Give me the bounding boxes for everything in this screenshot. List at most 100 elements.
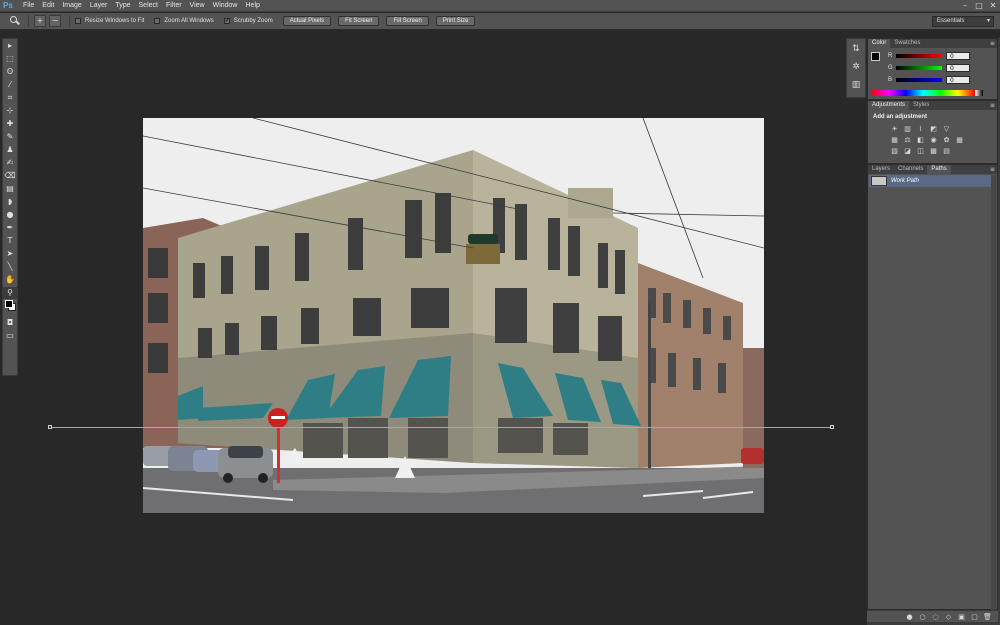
gradient-tool-icon[interactable]: ▤ bbox=[3, 183, 17, 195]
menu-view[interactable]: View bbox=[190, 2, 205, 9]
menu-file[interactable]: File bbox=[23, 2, 34, 9]
stroke-path-icon[interactable]: ○ bbox=[916, 613, 929, 621]
blur-tool-icon[interactable]: ◗ bbox=[3, 196, 17, 208]
pen-tool-icon[interactable]: ✒ bbox=[3, 222, 17, 234]
actual-pixels-button[interactable]: Actual Pixels bbox=[282, 16, 332, 26]
trash-icon[interactable]: 🗑 bbox=[981, 613, 994, 621]
fill-screen-button[interactable]: Fill Screen bbox=[386, 16, 429, 26]
healing-brush-tool-icon[interactable]: ✚ bbox=[3, 118, 17, 130]
red-value-field[interactable]: 0 bbox=[946, 52, 970, 60]
hue-saturation-icon[interactable]: ▦ bbox=[889, 135, 900, 145]
tab-color[interactable]: Color bbox=[868, 39, 891, 48]
menu-help[interactable]: Help bbox=[246, 2, 260, 9]
foreground-color-swatch[interactable] bbox=[871, 52, 880, 61]
add-mask-icon[interactable]: ▣ bbox=[955, 613, 968, 621]
tab-paths[interactable]: Paths bbox=[927, 165, 951, 174]
lasso-tool-icon[interactable]: ʘ bbox=[3, 66, 17, 78]
menu-layer[interactable]: Layer bbox=[90, 2, 108, 9]
blue-value-field[interactable]: 0 bbox=[946, 76, 970, 84]
brush-tool-icon[interactable]: ✎ bbox=[3, 131, 17, 143]
vibrance-icon[interactable]: ▽ bbox=[941, 124, 952, 134]
menu-select[interactable]: Select bbox=[139, 2, 158, 9]
invert-icon[interactable]: ▨ bbox=[889, 146, 900, 156]
curves-icon[interactable]: ⌇ bbox=[915, 124, 926, 134]
selective-color-icon[interactable]: ▩ bbox=[928, 146, 939, 156]
tab-layers[interactable]: Layers bbox=[868, 165, 894, 174]
screen-mode-icon[interactable]: ▭ bbox=[3, 330, 17, 342]
menu-type[interactable]: Type bbox=[115, 2, 130, 9]
color-swatches[interactable] bbox=[3, 300, 17, 316]
black-white-icon[interactable]: ◧ bbox=[915, 135, 926, 145]
hand-tool-icon[interactable]: ✋ bbox=[3, 274, 17, 286]
eyedropper-tool-icon[interactable]: ⊹ bbox=[3, 105, 17, 117]
make-work-path-icon[interactable]: ◇ bbox=[942, 613, 955, 621]
menu-image[interactable]: Image bbox=[62, 2, 81, 9]
print-size-button[interactable]: Print Size bbox=[435, 16, 476, 26]
gradient-map-icon[interactable]: ▤ bbox=[941, 146, 952, 156]
zoom-in-button[interactable]: + bbox=[34, 15, 46, 27]
document-image[interactable] bbox=[143, 118, 764, 513]
load-as-selection-icon[interactable]: ◌ bbox=[929, 613, 942, 621]
marquee-tool-icon[interactable]: ⬚ bbox=[3, 53, 17, 65]
histogram-icon[interactable]: ▥ bbox=[847, 77, 865, 93]
path-selection-tool-icon[interactable]: ➤ bbox=[3, 248, 17, 260]
menu-edit[interactable]: Edit bbox=[42, 2, 54, 9]
path-thumbnail bbox=[871, 176, 887, 186]
path-item-work-path[interactable]: Work Path bbox=[869, 175, 992, 187]
new-path-icon[interactable]: ▢ bbox=[968, 613, 981, 621]
quick-selection-tool-icon[interactable]: ⁄ bbox=[3, 79, 17, 91]
zoom-all-windows-checkbox[interactable]: Zoom All Windows bbox=[154, 18, 214, 24]
zoom-out-button[interactable]: − bbox=[49, 15, 61, 27]
red-slider[interactable] bbox=[896, 54, 942, 58]
eraser-tool-icon[interactable]: ⌫ bbox=[3, 170, 17, 182]
tab-adjustments[interactable]: Adjustments bbox=[868, 101, 910, 110]
levels-icon[interactable]: ▥ bbox=[902, 124, 913, 134]
color-lookup-icon[interactable]: ▦ bbox=[954, 135, 965, 145]
move-tool-icon[interactable]: ▸ bbox=[3, 40, 17, 52]
minimize-button[interactable]: – bbox=[958, 0, 972, 12]
exposure-icon[interactable]: ◩ bbox=[928, 124, 939, 134]
threshold-icon[interactable]: ◫ bbox=[915, 146, 926, 156]
zoom-tool-icon[interactable]: ⚲ bbox=[3, 287, 17, 299]
foreground-color-swatch[interactable] bbox=[5, 300, 13, 308]
panel-menu-icon[interactable]: ≡ bbox=[990, 165, 995, 174]
maximize-button[interactable]: □ bbox=[972, 0, 986, 12]
close-button[interactable]: ✕ bbox=[986, 0, 1000, 12]
panel-menu-icon[interactable]: ≡ bbox=[990, 39, 995, 48]
blue-slider[interactable] bbox=[896, 78, 942, 82]
green-value-field[interactable]: 0 bbox=[946, 64, 970, 72]
color-balance-icon[interactable]: ⚖ bbox=[902, 135, 913, 145]
scrubby-zoom-checkbox[interactable]: ✓ Scrubby Zoom bbox=[223, 18, 273, 24]
tab-swatches[interactable]: Swatches bbox=[890, 39, 924, 48]
work-path-line[interactable] bbox=[50, 427, 832, 428]
green-slider[interactable] bbox=[896, 66, 942, 70]
channel-mixer-icon[interactable]: ✿ bbox=[941, 135, 952, 145]
line-tool-icon[interactable]: ╲ bbox=[3, 261, 17, 273]
posterize-icon[interactable]: ◪ bbox=[902, 146, 913, 156]
fit-screen-button[interactable]: Fit Screen bbox=[338, 16, 380, 26]
quick-mask-icon[interactable]: ◘ bbox=[3, 317, 17, 329]
zoom-tool-preset-icon[interactable] bbox=[9, 15, 23, 27]
color-spectrum-bar[interactable] bbox=[871, 90, 975, 96]
resize-windows-checkbox[interactable]: Resize Windows to Fit bbox=[75, 18, 144, 24]
dodge-tool-icon[interactable]: ● bbox=[3, 209, 17, 221]
brightness-contrast-icon[interactable]: ☀ bbox=[889, 124, 900, 134]
type-tool-icon[interactable]: T bbox=[3, 235, 17, 247]
properties-icon[interactable]: ✲ bbox=[847, 59, 865, 75]
menu-filter[interactable]: Filter bbox=[166, 2, 182, 9]
photo-filter-icon[interactable]: ◉ bbox=[928, 135, 939, 145]
workspace-select[interactable]: Essentials ▾ bbox=[932, 16, 994, 27]
path-anchor-point[interactable] bbox=[830, 425, 834, 429]
crop-tool-icon[interactable]: ⌗ bbox=[3, 92, 17, 104]
grayscale-ramp[interactable] bbox=[975, 90, 983, 96]
history-brush-tool-icon[interactable]: ✍ bbox=[3, 157, 17, 169]
clone-stamp-tool-icon[interactable]: ♟ bbox=[3, 144, 17, 156]
tab-channels[interactable]: Channels bbox=[894, 165, 927, 174]
fill-path-icon[interactable]: ● bbox=[903, 613, 916, 621]
menu-window[interactable]: Window bbox=[213, 2, 238, 9]
panel-menu-icon[interactable]: ≡ bbox=[990, 101, 995, 110]
tab-styles[interactable]: Styles bbox=[909, 101, 933, 110]
history-icon[interactable]: ⇅ bbox=[847, 41, 865, 57]
panel-scrollbar[interactable] bbox=[991, 175, 996, 615]
path-anchor-point[interactable] bbox=[48, 425, 52, 429]
